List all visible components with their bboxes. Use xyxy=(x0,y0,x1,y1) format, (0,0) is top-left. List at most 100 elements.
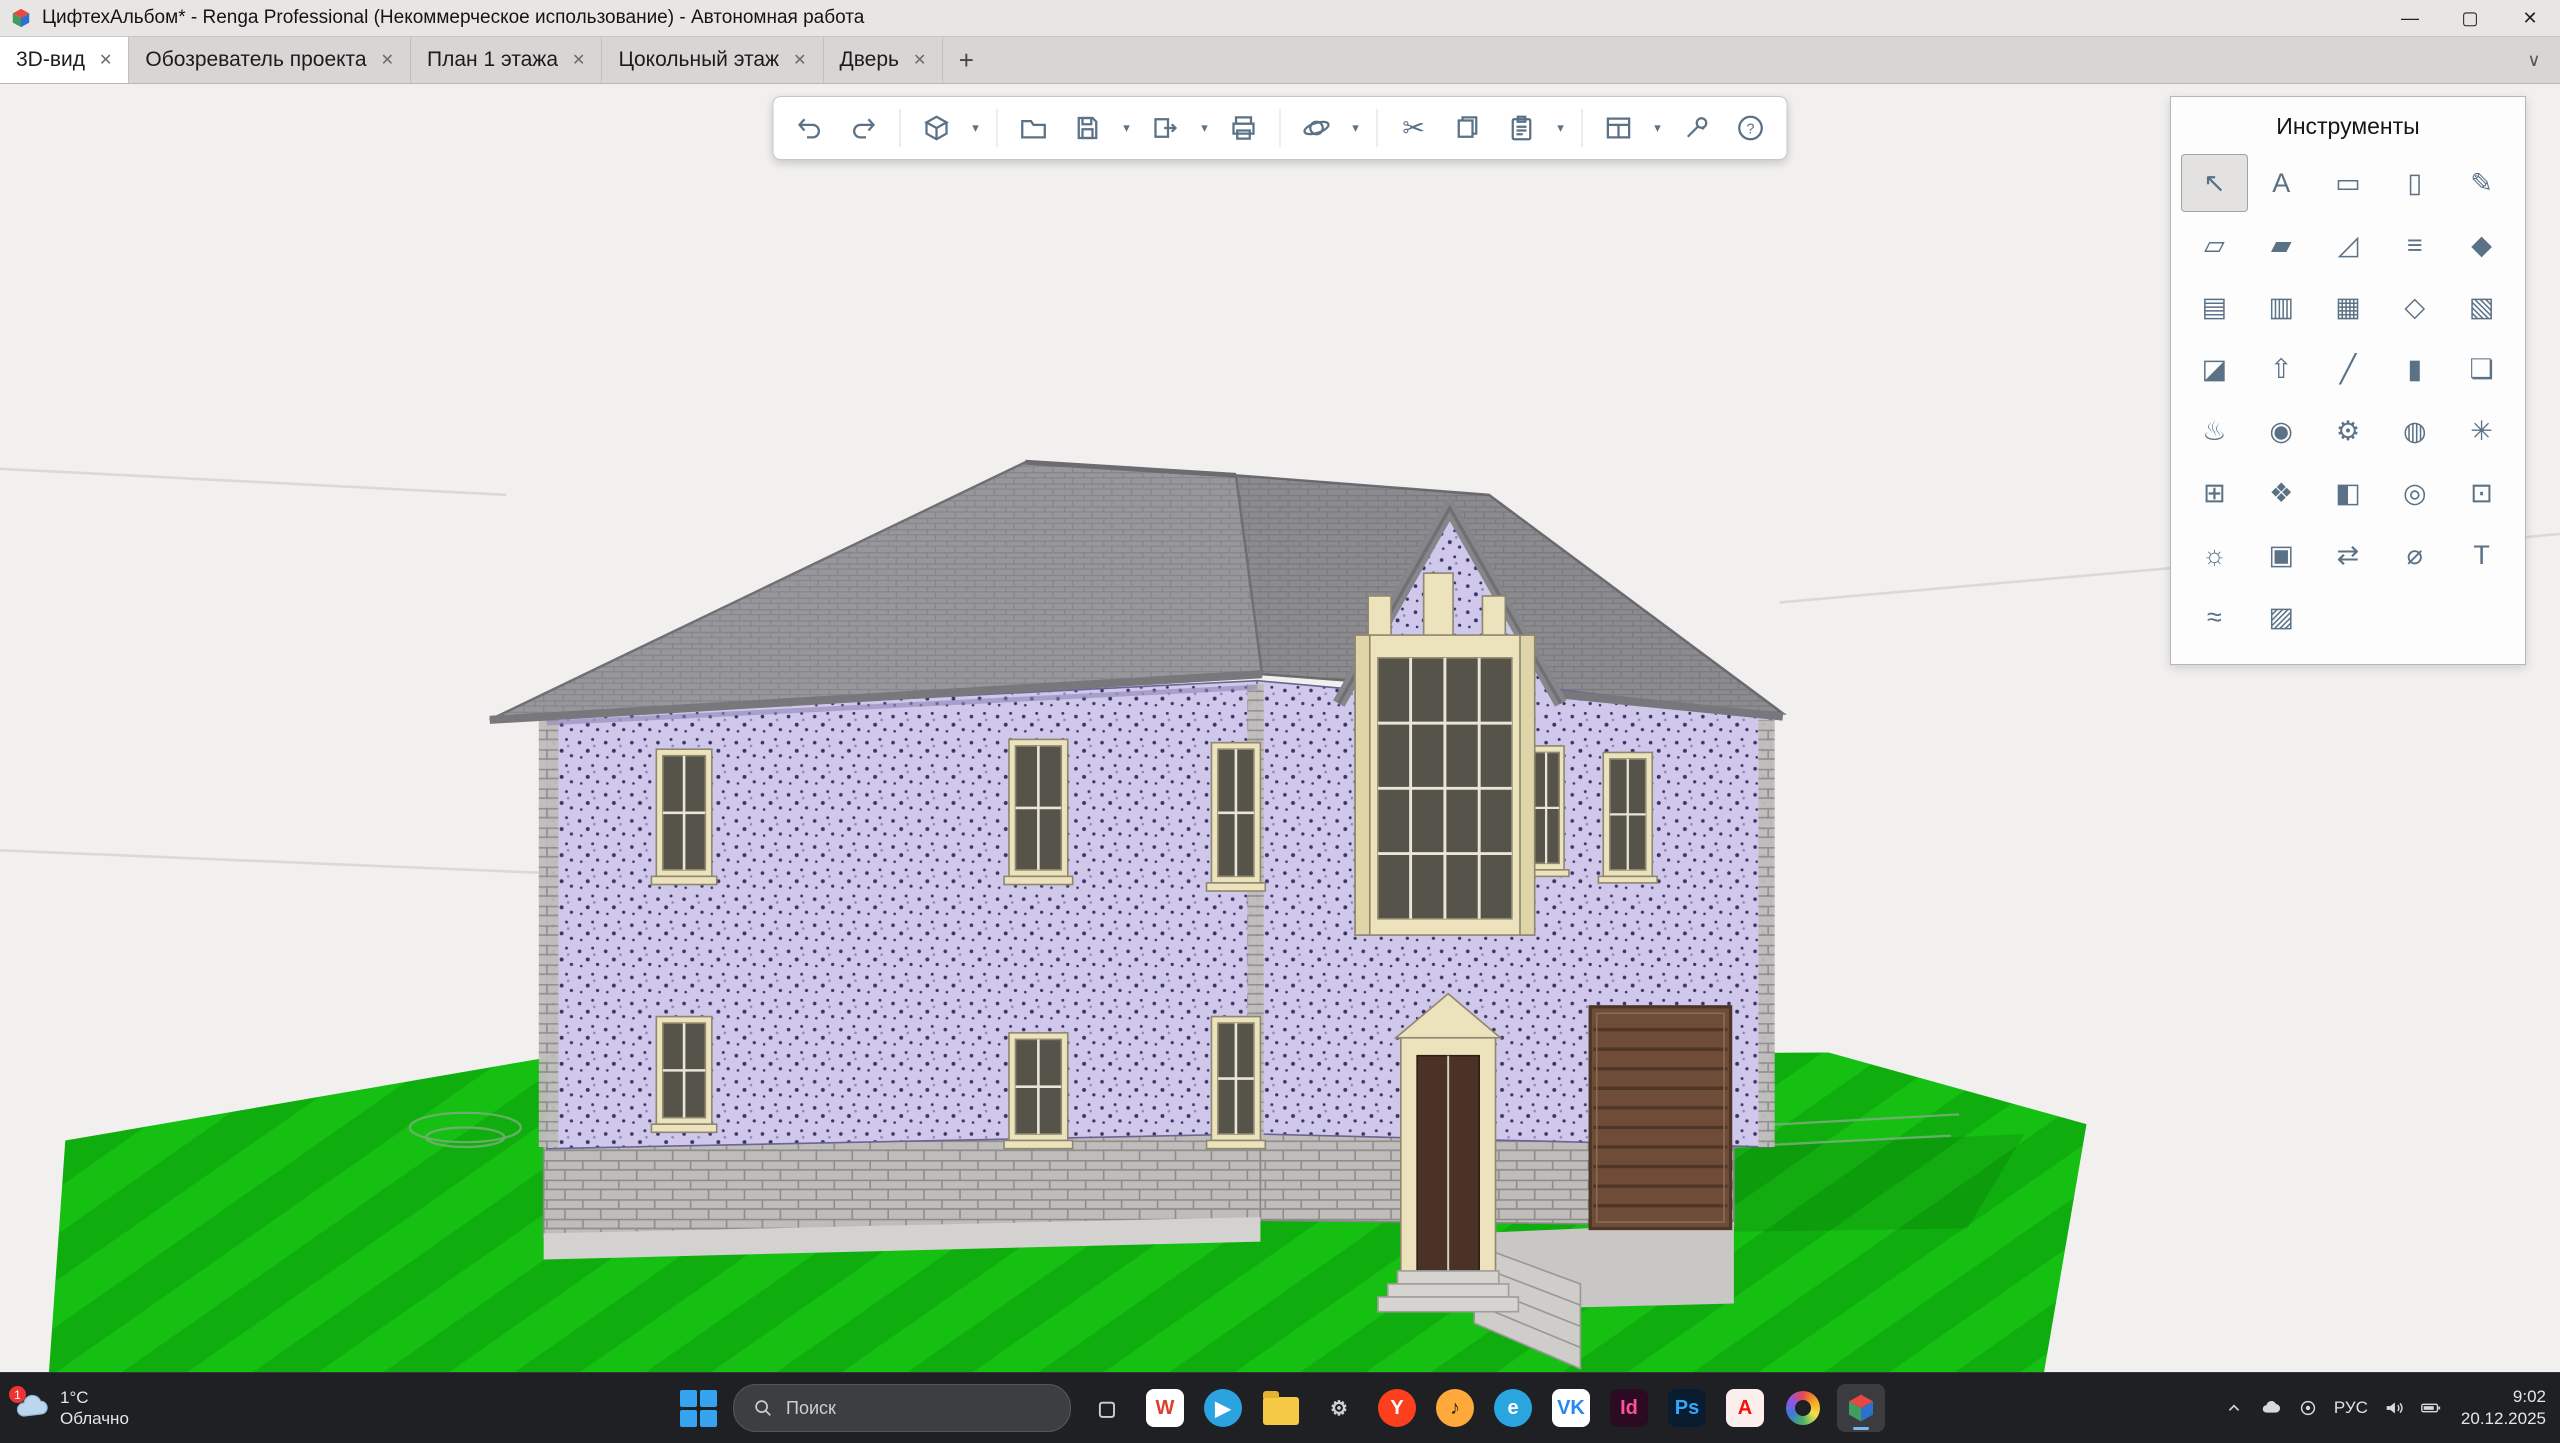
tool-wall[interactable]: ▭ xyxy=(2315,154,2382,212)
tool-route[interactable]: ❖ xyxy=(2248,464,2315,522)
tool-image[interactable]: ▧ xyxy=(2448,278,2515,336)
yandex-browser-icon[interactable]: Y xyxy=(1373,1384,1421,1432)
tab-list-dropdown-icon[interactable]: ∨ xyxy=(2508,37,2560,83)
help-button[interactable] xyxy=(1725,102,1777,154)
clock[interactable]: 9:02 20.12.2025 xyxy=(2461,1386,2546,1430)
tool-dimension[interactable]: ⇄ xyxy=(2315,526,2382,584)
cut-button[interactable]: ✂ xyxy=(1388,102,1440,154)
volume-icon[interactable] xyxy=(2383,1397,2405,1419)
photos-icon[interactable] xyxy=(1779,1384,1827,1432)
tool-beam[interactable]: ✎ xyxy=(2448,154,2515,212)
acrobat-icon[interactable]: A xyxy=(1721,1384,1769,1432)
tool-socket[interactable]: ⊡ xyxy=(2448,464,2515,522)
redo-button[interactable] xyxy=(838,102,890,154)
start-button[interactable] xyxy=(675,1385,721,1431)
tool-room[interactable]: ◇ xyxy=(2381,278,2448,336)
photoshop-icon[interactable]: Ps xyxy=(1663,1384,1711,1432)
save-button[interactable] xyxy=(1062,102,1114,154)
tool-ramp[interactable]: ◿ xyxy=(2315,216,2382,274)
tool-stair[interactable]: ≡ xyxy=(2381,216,2448,274)
wps-office-icon[interactable]: W xyxy=(1141,1384,1189,1432)
tool-roof[interactable]: ◆ xyxy=(2448,216,2515,274)
indesign-icon[interactable]: Id xyxy=(1605,1384,1653,1432)
undo-button[interactable] xyxy=(784,102,836,154)
search-box[interactable]: Поиск xyxy=(733,1384,1071,1432)
tab-bar: 3D-вид ✕ Обозреватель проекта ✕ План 1 э… xyxy=(0,37,2560,84)
main-toolbar: ▾ ▾ ▾ ▾ ✂ ▾ ▾ xyxy=(773,96,1788,160)
new-tab-button[interactable]: + xyxy=(943,37,989,83)
print-button[interactable] xyxy=(1218,102,1270,154)
tab-basement-floor[interactable]: Цокольный этаж ✕ xyxy=(602,37,823,83)
tool-equipment[interactable]: ◉ xyxy=(2248,402,2315,460)
weather-widget[interactable]: 1 1°C Облачно xyxy=(14,1373,129,1443)
tool-elevation[interactable]: ▣ xyxy=(2248,526,2315,584)
tab-close-icon[interactable]: ✕ xyxy=(381,50,394,70)
tool-select[interactable]: ↖ xyxy=(2181,154,2248,212)
view-cube-dropdown[interactable]: ▾ xyxy=(965,102,987,154)
tool-coil[interactable]: ◎ xyxy=(2381,464,2448,522)
tool-plumbing-fixture[interactable]: ♨ xyxy=(2181,402,2248,460)
tab-door[interactable]: Дверь ✕ xyxy=(824,37,944,83)
tool-table[interactable]: ▦ xyxy=(2315,278,2382,336)
maximize-button[interactable]: ▢ xyxy=(2440,0,2500,36)
tool-pipe-fitting[interactable]: ◍ xyxy=(2381,402,2448,460)
settings-icon[interactable]: ⚙ xyxy=(1315,1384,1363,1432)
language-indicator[interactable]: РУС xyxy=(2334,1398,2368,1418)
export-dropdown[interactable]: ▾ xyxy=(1194,102,1216,154)
tool-line[interactable]: ╱ xyxy=(2315,340,2382,398)
tool-floor[interactable]: ▱ xyxy=(2181,216,2248,274)
hidden-icons-chevron-icon[interactable] xyxy=(2223,1397,2245,1419)
assembly-icon: ❏ xyxy=(2469,354,2493,385)
renga-icon[interactable] xyxy=(1837,1384,1885,1432)
tool-shaft[interactable]: ▮ xyxy=(2381,340,2448,398)
close-button[interactable]: ✕ xyxy=(2500,0,2560,36)
telegram-icon[interactable]: ▶ xyxy=(1199,1384,1247,1432)
window-title: ЦифтехАльбом* - Renga Professional (Неко… xyxy=(42,7,864,29)
antivirus-icon[interactable] xyxy=(2297,1397,2319,1419)
edge-browser-icon[interactable]: e xyxy=(1489,1384,1537,1432)
orbit-dropdown[interactable]: ▾ xyxy=(1345,102,1367,154)
tool-fan[interactable]: ✳ xyxy=(2448,402,2515,460)
window-app-icon[interactable]: ▢ xyxy=(1083,1384,1131,1432)
tab-close-icon[interactable]: ✕ xyxy=(793,50,806,70)
tab-close-icon[interactable]: ✕ xyxy=(99,50,112,70)
tool-window[interactable]: ▤ xyxy=(2181,278,2248,336)
save-dropdown[interactable]: ▾ xyxy=(1116,102,1138,154)
yandex-music-icon[interactable]: ♪ xyxy=(1431,1384,1479,1432)
open-button[interactable] xyxy=(1008,102,1060,154)
tool-duct[interactable]: ◧ xyxy=(2315,464,2382,522)
export-button[interactable] xyxy=(1140,102,1192,154)
minimize-button[interactable]: — xyxy=(2380,0,2440,36)
tab-3d-view[interactable]: 3D-вид ✕ xyxy=(0,37,129,83)
paste-dropdown[interactable]: ▾ xyxy=(1550,102,1572,154)
view-cube-button[interactable] xyxy=(911,102,963,154)
settings-button[interactable] xyxy=(1671,102,1723,154)
tool-mechanism[interactable]: ⚙ xyxy=(2315,402,2382,460)
copy-button[interactable] xyxy=(1442,102,1494,154)
paste-button[interactable] xyxy=(1496,102,1548,154)
tool-plate[interactable]: ◪ xyxy=(2181,340,2248,398)
tool-text-style[interactable]: A xyxy=(2248,154,2315,212)
window-layout-dropdown[interactable]: ▾ xyxy=(1647,102,1669,154)
tool-slab[interactable]: ▰ xyxy=(2248,216,2315,274)
battery-icon[interactable] xyxy=(2420,1397,2442,1419)
tool-light-fixture[interactable]: ☼ xyxy=(2181,526,2248,584)
vk-icon[interactable]: VK xyxy=(1547,1384,1595,1432)
tab-close-icon[interactable]: ✕ xyxy=(913,50,926,70)
tool-pillar[interactable]: ⇧ xyxy=(2248,340,2315,398)
tab-close-icon[interactable]: ✕ xyxy=(572,50,585,70)
orbit-button[interactable] xyxy=(1291,102,1343,154)
tool-hatch[interactable]: ▨ xyxy=(2248,588,2315,646)
tool-text[interactable]: T xyxy=(2448,526,2515,584)
tab-project-explorer[interactable]: Обозреватель проекта ✕ xyxy=(129,37,411,83)
explorer-icon[interactable] xyxy=(1257,1384,1305,1432)
cloud-sync-icon[interactable] xyxy=(2260,1397,2282,1419)
tool-electric-panel[interactable]: ⊞ xyxy=(2181,464,2248,522)
tool-column[interactable]: ▯ xyxy=(2381,154,2448,212)
tool-spline[interactable]: ≈ xyxy=(2181,588,2248,646)
window-layout-button[interactable] xyxy=(1593,102,1645,154)
tool-measurement[interactable]: ⌀ xyxy=(2381,526,2448,584)
tool-assembly[interactable]: ❏ xyxy=(2448,340,2515,398)
tool-door[interactable]: ▥ xyxy=(2248,278,2315,336)
tab-floor1-plan[interactable]: План 1 этажа ✕ xyxy=(411,37,602,83)
